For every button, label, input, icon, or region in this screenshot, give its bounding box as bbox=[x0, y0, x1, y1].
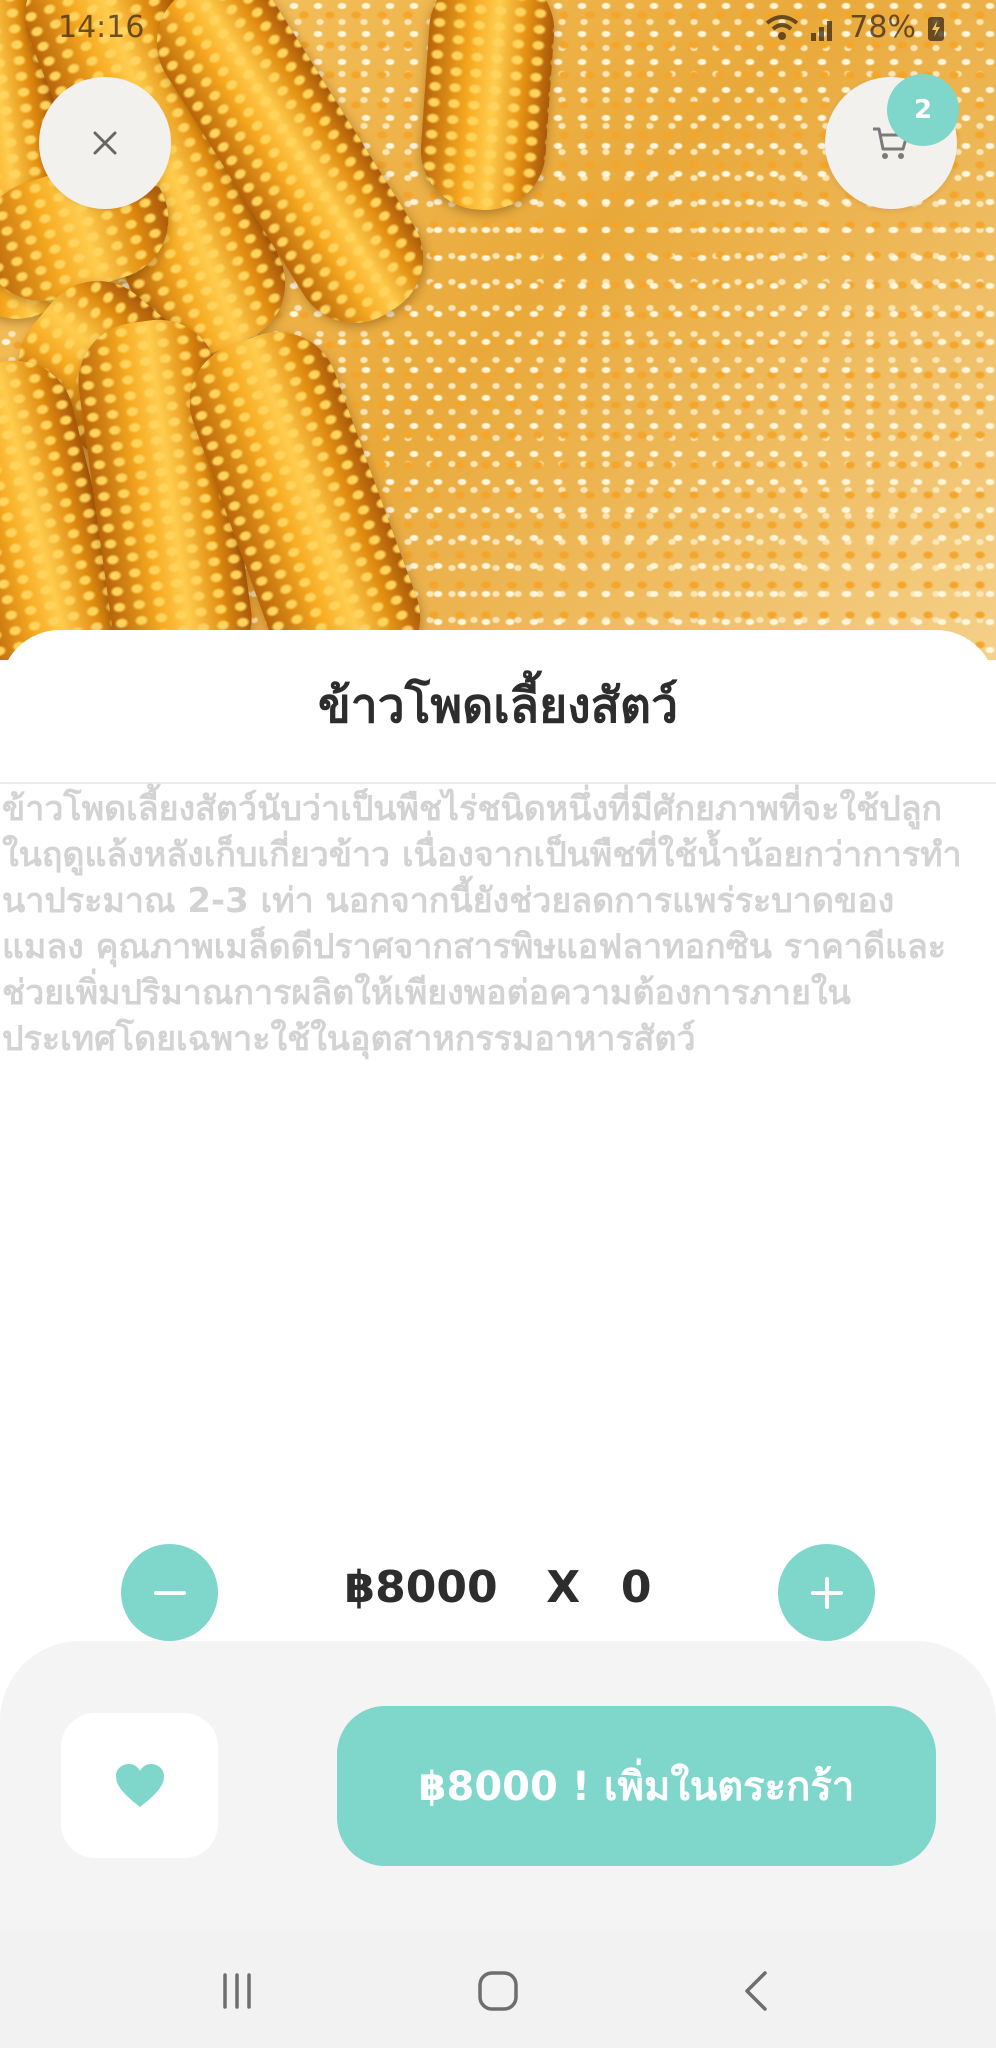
add-to-cart-button[interactable]: ฿8000 ! เพิ่มในตระกร้า bbox=[337, 1706, 936, 1866]
battery-percent: 78% bbox=[849, 10, 916, 45]
status-time: 14:16 bbox=[58, 10, 145, 45]
divider bbox=[0, 782, 996, 784]
quantity-count: 0 bbox=[620, 1562, 652, 1613]
minus-icon bbox=[153, 1590, 186, 1595]
favorite-button[interactable] bbox=[61, 1713, 218, 1858]
home-icon bbox=[478, 1971, 518, 2011]
status-icons: 78% bbox=[765, 10, 946, 45]
nav-back-button[interactable] bbox=[726, 1961, 786, 2021]
plus-icon bbox=[810, 1576, 843, 1609]
battery-charging-icon bbox=[928, 16, 944, 41]
quantity-multiplier: X bbox=[546, 1562, 581, 1613]
increase-quantity-button[interactable] bbox=[778, 1544, 875, 1641]
wifi-icon bbox=[766, 14, 799, 40]
signal-icon bbox=[811, 20, 833, 41]
product-title: ข้าวโพดเลี้ยงสัตว์ bbox=[317, 678, 679, 734]
close-button[interactable] bbox=[39, 77, 171, 209]
close-icon bbox=[93, 131, 117, 155]
product-description: ข้าวโพดเลี้ยงสัตว์นับว่าเป็นพืชไร่ชนิดหน… bbox=[2, 789, 962, 1059]
nav-recents-button[interactable] bbox=[207, 1961, 267, 2021]
recents-icon bbox=[223, 1973, 251, 2009]
back-icon bbox=[745, 1971, 767, 2011]
heart-icon bbox=[115, 1763, 164, 1807]
decrease-quantity-button[interactable] bbox=[121, 1544, 218, 1641]
system-nav-bar bbox=[0, 1931, 996, 2048]
unit-price: ฿8000 bbox=[344, 1562, 498, 1613]
quantity-display: ฿8000 X 0 bbox=[230, 1562, 766, 1613]
cart-count-badge: 2 bbox=[887, 74, 959, 146]
nav-home-button[interactable] bbox=[468, 1961, 528, 2021]
status-bar: 14:16 78% bbox=[0, 0, 996, 60]
